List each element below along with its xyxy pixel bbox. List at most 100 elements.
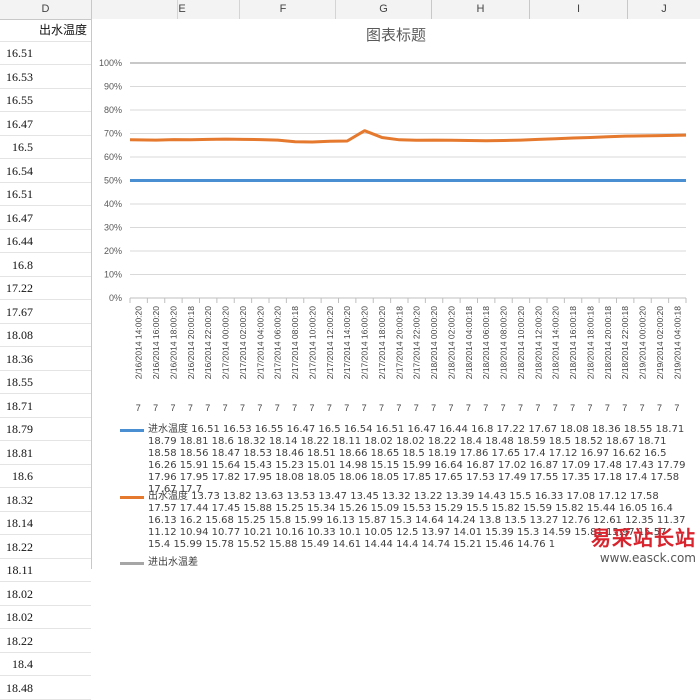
column-divider [240, 0, 336, 19]
extra-row-label: 7 [553, 403, 558, 413]
column-header-h[interactable]: H [432, 0, 530, 19]
column-d-cells: 出水温度 16.51 16.53 16.55 16.47 16.5 16.54 16.51 1… [0, 19, 92, 700]
extra-row-label: 7 [327, 403, 332, 413]
legend-swatch [120, 429, 144, 432]
extra-row-label: 7 [640, 403, 645, 413]
x-tick-label: 2/16/2014 14:00:20 [134, 306, 144, 380]
cell-d[interactable]: 16.44 [0, 230, 91, 253]
extra-row-label: 7 [466, 403, 471, 413]
cell-d[interactable]: 16.54 [0, 160, 91, 183]
legend-swatch [120, 496, 144, 499]
y-tick-label: 50% [104, 176, 122, 186]
extra-row-label: 7 [153, 403, 158, 413]
extra-row-label: 7 [344, 403, 349, 413]
column-d-header-cell[interactable]: 出水温度 [0, 19, 91, 42]
column-header-i[interactable]: I [530, 0, 628, 19]
y-tick-label: 20% [104, 246, 122, 256]
x-tick-label: 2/18/2014 12:00:20 [533, 306, 543, 380]
x-tick-label: 2/16/2014 16:00:20 [151, 306, 161, 380]
cell-d[interactable]: 18.4 [0, 653, 91, 676]
cell-d[interactable]: 18.48 [0, 677, 91, 700]
cell-d[interactable]: 18.02 [0, 606, 91, 629]
cell-d[interactable]: 16.51 [0, 42, 91, 65]
cell-d[interactable]: 18.22 [0, 630, 91, 653]
x-tick-label: 2/17/2014 04:00:20 [255, 306, 265, 380]
extra-row-label: 7 [448, 403, 453, 413]
x-tick-label: 2/16/2014 20:00:18 [186, 306, 196, 380]
cell-d[interactable]: 18.71 [0, 395, 91, 418]
cell-d[interactable]: 18.32 [0, 489, 91, 512]
x-tick-label: 2/18/2014 14:00:20 [551, 306, 561, 380]
cell-d[interactable]: 18.36 [0, 348, 91, 371]
extra-row-label: 7 [501, 403, 506, 413]
y-tick-label: 10% [104, 270, 122, 280]
x-tick-label: 2/17/2014 14:00:20 [342, 306, 352, 380]
x-tick-label: 2/17/2014 20:00:18 [394, 306, 404, 380]
y-tick-label: 100% [99, 58, 122, 68]
extra-row-label: 7 [396, 403, 401, 413]
chart-area[interactable]: 图表标题 0% 10% 20% 30% 40% 50% 60% 70% 80% 90% 100% 2/… [92, 19, 700, 569]
cell-d[interactable]: 18.22 [0, 536, 91, 559]
cell-d[interactable]: 18.11 [0, 559, 91, 582]
extra-row-label: 7 [240, 403, 245, 413]
cell-d[interactable]: 17.67 [0, 301, 91, 324]
cell-d[interactable]: 18.02 [0, 583, 91, 606]
cell-d[interactable]: 18.81 [0, 442, 91, 465]
cell-d[interactable]: 16.8 [0, 254, 91, 277]
cell-d[interactable]: 18.55 [0, 371, 91, 394]
x-tick-label: 2/19/2014 00:00:20 [638, 306, 648, 380]
cell-d[interactable]: 17.22 [0, 277, 91, 300]
cell-d[interactable]: 16.47 [0, 113, 91, 136]
x-tick-label: 2/17/2014 08:00:18 [290, 306, 300, 380]
cell-d[interactable]: 18.6 [0, 465, 91, 488]
cell-d[interactable]: 16.53 [0, 66, 91, 89]
x-tick-label: 2/18/2014 16:00:18 [568, 306, 578, 380]
cell-d[interactable]: 16.51 [0, 183, 91, 206]
x-tick-label: 2/17/2014 02:00:20 [238, 306, 248, 380]
x-tick-label: 2/18/2014 02:00:20 [446, 306, 456, 380]
x-tick-label: 2/19/2014 02:00:20 [655, 306, 665, 380]
legend-text: 进水温度 16.51 16.53 16.55 16.47 16.5 16.54 … [148, 424, 686, 495]
column-header-j[interactable]: J [628, 0, 700, 19]
x-tick-label: 2/17/2014 10:00:20 [307, 306, 317, 380]
y-tick-label: 70% [104, 129, 122, 139]
column-header-g[interactable]: G [336, 0, 432, 19]
extra-row-label: 7 [170, 403, 175, 413]
cell-d[interactable]: 18.79 [0, 418, 91, 441]
extra-row-label: 7 [414, 403, 419, 413]
extra-row-label: 7 [136, 403, 141, 413]
column-divider [92, 0, 240, 19]
y-tick-label: 60% [104, 152, 122, 162]
extra-row-label: 7 [570, 403, 575, 413]
x-tick-label: 2/17/2014 06:00:20 [273, 306, 283, 380]
cell-d[interactable]: 18.08 [0, 324, 91, 347]
extra-row-label: 7 [309, 403, 314, 413]
x-tick-label: 2/16/2014 22:00:20 [203, 306, 213, 380]
extra-row-label: 7 [587, 403, 592, 413]
legend-swatch [120, 562, 144, 565]
chart-plot: 0% 10% 20% 30% 40% 50% 60% 70% 80% 90% 100% 2/16/20… [99, 58, 687, 413]
y-tick-label: 90% [104, 82, 122, 92]
x-tick-label: 2/17/2014 12:00:20 [325, 306, 335, 380]
cell-d[interactable]: 18.14 [0, 512, 91, 535]
x-tick-label: 2/18/2014 18:00:18 [585, 306, 595, 380]
x-tick-label: 2/18/2014 06:00:18 [481, 306, 491, 380]
cell-d[interactable]: 16.47 [0, 207, 91, 230]
y-tick-label: 30% [104, 223, 122, 233]
watermark-url: www.easck.com [599, 551, 696, 565]
x-tick-label: 2/18/2014 04:00:18 [464, 306, 474, 380]
cell-d[interactable]: 16.5 [0, 136, 91, 159]
extra-row-label: 7 [292, 403, 297, 413]
x-tick-label: 2/18/2014 10:00:20 [516, 306, 526, 380]
extra-row-label: 7 [379, 403, 384, 413]
extra-row-label: 7 [205, 403, 210, 413]
x-tick-label: 2/18/2014 20:00:18 [603, 306, 613, 380]
watermark-title: 易采站长站 [591, 526, 696, 550]
x-tick-label: 2/17/2014 00:00:20 [221, 306, 231, 380]
extra-row-label: 7 [622, 403, 627, 413]
x-tick-label: 2/17/2014 18:00:20 [377, 306, 387, 380]
column-header-d[interactable]: D [0, 0, 92, 19]
cell-d[interactable]: 16.55 [0, 89, 91, 112]
x-tick-label: 2/18/2014 22:00:18 [620, 306, 630, 380]
y-tick-label: 40% [104, 199, 122, 209]
